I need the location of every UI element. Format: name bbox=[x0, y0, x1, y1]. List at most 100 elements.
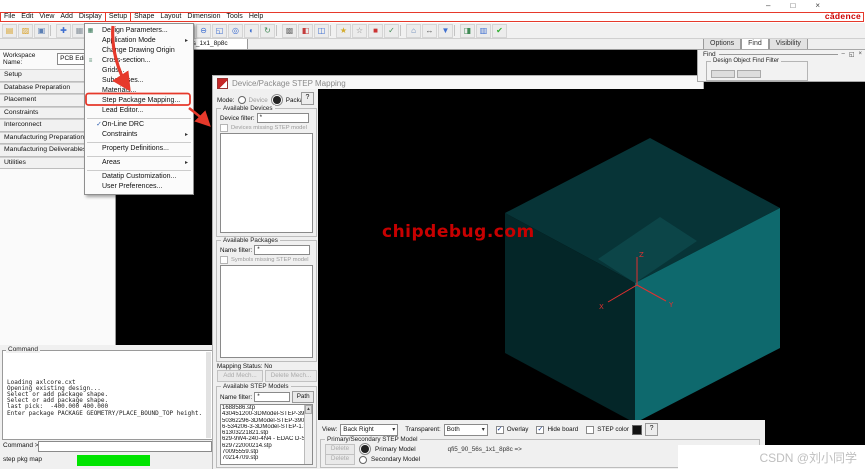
save-icon[interactable]: ▣ bbox=[34, 24, 49, 38]
device-filter-input[interactable]: * bbox=[257, 113, 309, 123]
tab-find[interactable]: Find bbox=[741, 38, 769, 49]
move-icon[interactable]: ✚ bbox=[56, 24, 71, 38]
secondary-model-radio[interactable] bbox=[359, 456, 367, 464]
menu-item-design-parameters[interactable]: ▦ Design Parameters... bbox=[85, 26, 193, 36]
menu-view[interactable]: View bbox=[36, 13, 57, 21]
window-control-button[interactable]: × bbox=[815, 1, 820, 10]
step-mapping-icon[interactable]: ◨ bbox=[460, 24, 475, 38]
menu-tools[interactable]: Tools bbox=[223, 13, 245, 21]
step-models-listbox[interactable]: 1688586.stp430451200-3DModel-STEP-390490… bbox=[220, 404, 313, 465]
drc-update-icon[interactable]: ✔ bbox=[492, 24, 507, 38]
step-3d-preview[interactable]: Z X Y bbox=[318, 89, 865, 420]
menu-item-user-preferences[interactable]: User Preferences... bbox=[85, 182, 193, 192]
zoom-fit-icon[interactable]: ◱ bbox=[212, 24, 227, 38]
command-input[interactable] bbox=[38, 441, 212, 452]
step-color-swatch[interactable] bbox=[632, 425, 642, 435]
menu-display[interactable]: Display bbox=[76, 13, 105, 21]
menu-item-datatip-customization[interactable]: Datatip Customization... bbox=[85, 172, 193, 182]
find-filter-button[interactable] bbox=[737, 70, 761, 78]
step-color-checkbox[interactable] bbox=[586, 426, 594, 434]
symbols-missing-step-checkbox[interactable] bbox=[220, 256, 228, 264]
layer-visibility-icon[interactable]: ◫ bbox=[314, 24, 329, 38]
menu-item-subclasses[interactable]: Subclasses... bbox=[85, 76, 193, 86]
view-select[interactable]: Back Right bbox=[340, 424, 398, 436]
axis-z-label: Z bbox=[639, 251, 644, 259]
packages-listbox[interactable] bbox=[220, 265, 313, 358]
zoom-out-icon[interactable]: ⊖ bbox=[196, 24, 211, 38]
export-step-icon[interactable]: ▥ bbox=[476, 24, 491, 38]
step-model-file[interactable]: 50362296-3DModel-STEP-390490.ST bbox=[221, 418, 304, 424]
toolbar-separator[interactable] bbox=[454, 25, 459, 36]
transparent-select[interactable]: Both bbox=[444, 424, 488, 436]
shadow-mode-icon[interactable]: ▩ bbox=[282, 24, 297, 38]
devices-missing-step-checkbox[interactable] bbox=[220, 124, 228, 132]
add-mech-button[interactable]: Add Mech... bbox=[217, 370, 263, 382]
menu-edit[interactable]: Edit bbox=[18, 13, 36, 21]
devices-listbox[interactable] bbox=[220, 133, 313, 233]
toolbar-separator[interactable] bbox=[400, 25, 405, 36]
show-measure-icon[interactable]: ↔ bbox=[422, 24, 437, 38]
toolbar-separator[interactable] bbox=[276, 25, 281, 36]
menu-shape[interactable]: Shape bbox=[131, 13, 157, 21]
hide-board-checkbox[interactable] bbox=[536, 426, 544, 434]
menu-setup[interactable]: Setup bbox=[105, 12, 131, 22]
menu-help[interactable]: Help bbox=[246, 13, 266, 21]
step-model-file[interactable]: 430451200-3DModel-STEP-390490.S bbox=[221, 411, 304, 417]
highlight-icon[interactable]: ★ bbox=[336, 24, 351, 38]
toolbar-separator[interactable] bbox=[50, 25, 55, 36]
menu-item-cross-section[interactable]: ≡ Cross-section... bbox=[85, 56, 193, 66]
tab-options[interactable]: Options bbox=[703, 38, 741, 49]
tab-visibility[interactable]: Visibility bbox=[769, 38, 808, 49]
path-button[interactable]: Path bbox=[292, 391, 314, 403]
menu-item-areas[interactable]: Areas ▸ bbox=[85, 158, 193, 168]
menu-layout[interactable]: Layout bbox=[157, 13, 184, 21]
menu-file[interactable]: File bbox=[1, 13, 18, 21]
submenu-arrow-icon: ▸ bbox=[185, 36, 193, 46]
zoom-previous-icon[interactable]: ◐ bbox=[244, 24, 259, 38]
menu-item-change-drawing-origin[interactable]: Change Drawing Origin bbox=[85, 46, 193, 56]
menu-item-lead-editor[interactable]: Lead Editor... bbox=[85, 106, 193, 116]
find-panel-control[interactable]: ◱ bbox=[849, 51, 855, 58]
secondary-model-label: Secondary Model bbox=[371, 456, 420, 463]
step-model-file[interactable]: 629-9W4-240-4N4 - EDAC D-Sub Conr bbox=[221, 436, 304, 442]
color-dialog-icon[interactable]: ◧ bbox=[298, 24, 313, 38]
dialog-help-button[interactable]: ? bbox=[301, 92, 314, 105]
menu-item-application-mode[interactable]: Application Mode ▸ bbox=[85, 36, 193, 46]
menu-item-materials[interactable]: Materials... bbox=[85, 86, 193, 96]
step-model-file[interactable]: 70214709.stp bbox=[221, 455, 304, 461]
design-tab[interactable]: 6s_1x1_8p8c bbox=[185, 38, 248, 49]
package-name-filter-input[interactable]: * bbox=[254, 245, 310, 255]
overlay-checkbox[interactable] bbox=[496, 426, 504, 434]
dehighlight-icon[interactable]: ☆ bbox=[352, 24, 367, 38]
assign-color-icon[interactable]: ■ bbox=[368, 24, 383, 38]
find-filter-button[interactable] bbox=[711, 70, 735, 78]
window-control-button[interactable]: □ bbox=[790, 1, 795, 10]
menu-item-step-package-mapping[interactable]: Step Package Mapping... bbox=[85, 96, 193, 106]
delete-primary-button[interactable]: Delete bbox=[325, 444, 355, 455]
step-list-scrollbar[interactable]: ▲ bbox=[304, 405, 312, 464]
delete-secondary-button[interactable]: Delete bbox=[325, 454, 355, 465]
step-name-filter-input[interactable]: * bbox=[254, 392, 290, 402]
flip-design-icon[interactable]: ▼ bbox=[438, 24, 453, 38]
find-panel-control[interactable]: – bbox=[841, 51, 844, 58]
menu-item-grids[interactable]: Grids... bbox=[85, 66, 193, 76]
menu-item-constraints[interactable]: Constraints ▸ bbox=[85, 130, 193, 140]
devices-missing-step-label: Devices missing STEP model bbox=[231, 125, 307, 131]
find-panel-control[interactable]: × bbox=[858, 51, 862, 58]
menu-dimension[interactable]: Dimension bbox=[184, 13, 223, 21]
delete-mech-button[interactable]: Delete Mech... bbox=[265, 370, 317, 382]
window-control-button[interactable]: – bbox=[766, 1, 770, 10]
menu-add[interactable]: Add bbox=[57, 13, 75, 21]
redraw-icon[interactable]: ↻ bbox=[260, 24, 275, 38]
view-help-button[interactable]: ? bbox=[645, 423, 658, 436]
show-element-icon[interactable]: ⌂ bbox=[406, 24, 421, 38]
open-folder-icon[interactable]: ▨ bbox=[18, 24, 33, 38]
mode-device-radio[interactable] bbox=[238, 96, 246, 104]
new-file-icon[interactable]: ▤ bbox=[2, 24, 17, 38]
menu-item-property-definitions[interactable]: Property Definitions... bbox=[85, 144, 193, 154]
waive-drc-icon[interactable]: ✓ bbox=[384, 24, 399, 38]
command-scrollbar[interactable] bbox=[206, 352, 211, 438]
toolbar-separator[interactable] bbox=[330, 25, 335, 36]
menu-item-online-drc[interactable]: ✓ On-Line DRC bbox=[85, 120, 193, 130]
zoom-world-icon[interactable]: ◎ bbox=[228, 24, 243, 38]
